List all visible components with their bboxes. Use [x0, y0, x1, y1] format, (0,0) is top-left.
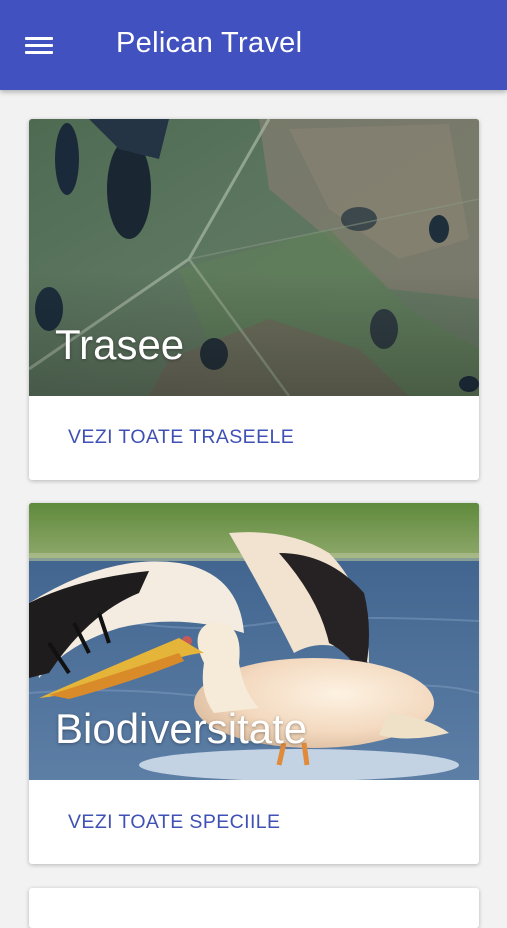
card-title-biodiversitate: Biodiversitate: [55, 705, 308, 752]
view-all-routes-button[interactable]: VEZI TOATE TRASEELE: [68, 426, 294, 449]
menu-icon[interactable]: [22, 33, 56, 57]
biodiversitate-image[interactable]: Biodiversitate: [29, 503, 479, 780]
card-partial: [29, 888, 479, 928]
card-trasee: Trasee VEZI TOATE TRASEELE: [29, 119, 479, 480]
view-all-species-button[interactable]: VEZI TOATE SPECIILE: [68, 811, 280, 834]
card-title-trasee: Trasee: [55, 321, 185, 368]
app-bar: Pelican Travel: [0, 0, 507, 90]
trasee-image[interactable]: Trasee: [29, 119, 479, 396]
app-title: Pelican Travel: [116, 27, 303, 59]
card-biodiversitate: Biodiversitate VEZI TOATE SPECIILE: [29, 503, 479, 864]
